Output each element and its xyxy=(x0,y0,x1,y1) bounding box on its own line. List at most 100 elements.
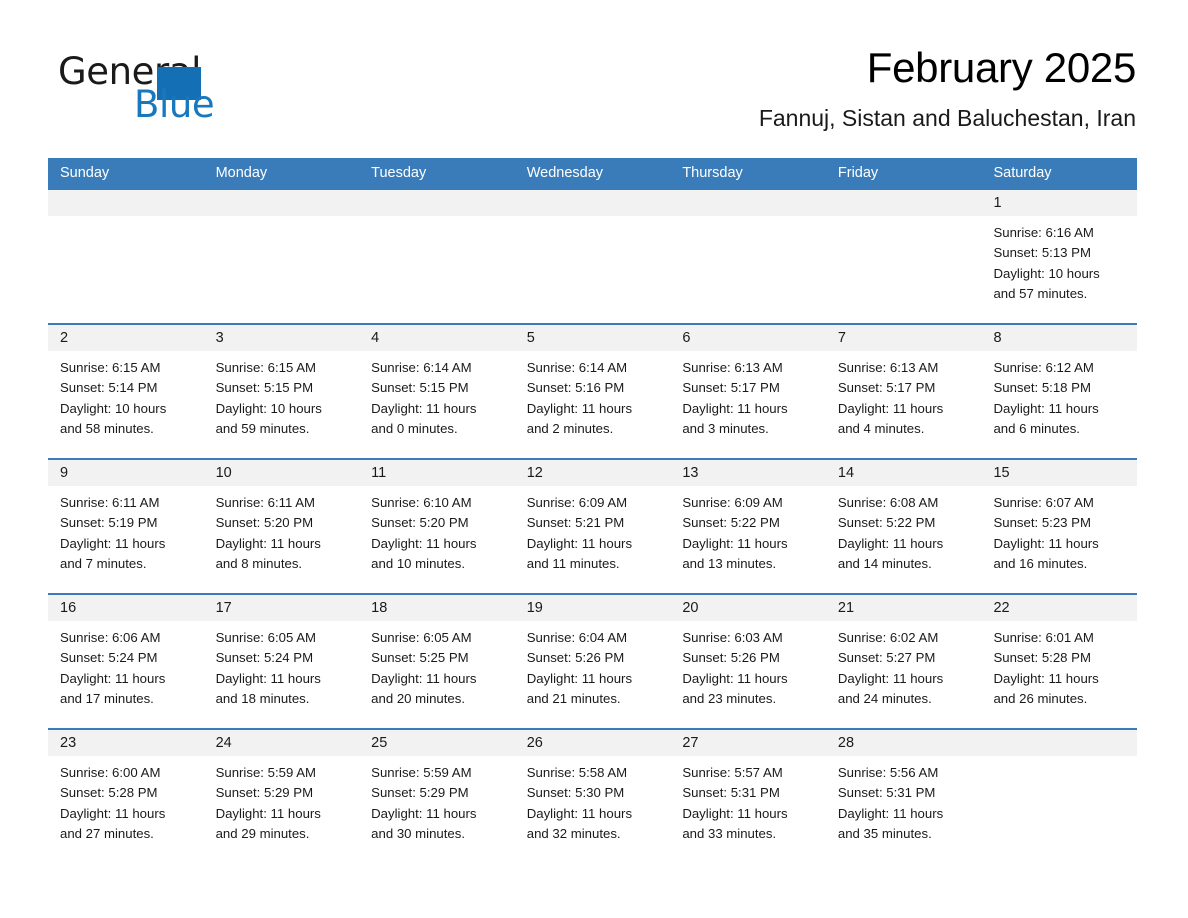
calendar-weeks: 1 Sunrise: 6:16 AM Sunset: 5:13 PM Daylight… xyxy=(48,188,1138,863)
calendar-day-cell[interactable]: 2 Sunrise: 6:15 AM Sunset: 5:14 PM Daylight… xyxy=(48,325,204,458)
calendar-day-cell[interactable]: 26 Sunrise: 5:58 AM Sunset: 5:30 PM Dayligh… xyxy=(514,730,671,863)
sunset-text: Sunset: 5:17 PM xyxy=(682,380,780,396)
daylight-text-line1: Daylight: 11 hours xyxy=(526,670,633,686)
daylight-text-line1: Daylight: 11 hours xyxy=(60,805,166,821)
daylight-text-line1: Daylight: 11 hours xyxy=(60,535,166,551)
generalblue-logo[interactable]: General Blue xyxy=(58,52,288,132)
calendar-day-cell-empty xyxy=(359,190,515,323)
calendar-day-cell[interactable]: 11 Sunrise: 6:10 AM Sunset: 5:20 PM Dayligh… xyxy=(359,460,515,593)
sunrise-text: Sunrise: 6:03 AM xyxy=(682,630,783,645)
day-number-band: 7 xyxy=(825,325,982,351)
daylight-text-line1: Daylight: 10 hours xyxy=(993,265,1100,281)
calendar-day-cell[interactable]: 6 Sunrise: 6:13 AM Sunset: 5:17 PM Daylight… xyxy=(670,325,826,458)
day-number-band: 5 xyxy=(514,325,671,351)
day-sun-info: Sunrise: 6:12 AM Sunset: 5:18 PM Daylight:… xyxy=(981,351,1137,439)
daylight-text-line2: and 24 minutes. xyxy=(837,690,932,706)
daylight-text-line2: and 14 minutes. xyxy=(837,555,932,571)
calendar-day-cell[interactable]: 17 Sunrise: 6:05 AM Sunset: 5:24 PM Dayligh… xyxy=(203,595,360,728)
page-header: General Blue February 2025 Fannuj, Sista… xyxy=(48,40,1136,148)
daylight-text-line2: and 6 minutes. xyxy=(993,420,1080,436)
daylight-text-line2: and 7 minutes. xyxy=(60,555,147,571)
sunset-text: Sunset: 5:22 PM xyxy=(682,515,780,531)
daylight-text-line2: and 58 minutes. xyxy=(60,420,154,436)
day-number: 18 xyxy=(371,600,388,616)
calendar-day-cell[interactable]: 22 Sunrise: 6:01 AM Sunset: 5:28 PM Dayligh… xyxy=(981,595,1138,728)
day-sun-info: Sunrise: 5:58 AM Sunset: 5:30 PM Daylight:… xyxy=(515,756,671,844)
day-number-band: 28 xyxy=(825,730,982,756)
calendar-day-cell[interactable]: 18 Sunrise: 6:05 AM Sunset: 5:25 PM Dayligh… xyxy=(359,595,515,728)
sunset-text: Sunset: 5:22 PM xyxy=(837,515,936,531)
sunset-text: Sunset: 5:27 PM xyxy=(837,650,936,666)
day-number: 21 xyxy=(837,600,855,616)
sunrise-text: Sunrise: 6:07 AM xyxy=(993,495,1094,510)
sunset-text: Sunset: 5:15 PM xyxy=(371,380,469,396)
sunset-text: Sunset: 5:29 PM xyxy=(215,785,314,801)
day-sun-info: Sunrise: 6:07 AM Sunset: 5:23 PM Daylight:… xyxy=(981,486,1137,574)
day-number-band: 14 xyxy=(825,460,982,486)
day-number-band: 9 xyxy=(48,460,204,486)
calendar-day-cell[interactable]: 24 Sunrise: 5:59 AM Sunset: 5:29 PM Dayligh… xyxy=(203,730,360,863)
sunset-text: Sunset: 5:13 PM xyxy=(993,245,1091,261)
calendar-day-cell[interactable]: 14 Sunrise: 6:08 AM Sunset: 5:22 PM Dayligh… xyxy=(825,460,982,593)
calendar-day-cell[interactable]: 3 Sunrise: 6:15 AM Sunset: 5:15 PM Daylight… xyxy=(203,325,360,458)
sunrise-text: Sunrise: 6:10 AM xyxy=(371,495,472,510)
sunrise-text: Sunrise: 6:09 AM xyxy=(682,495,783,510)
day-number: 22 xyxy=(993,600,1010,616)
calendar-day-cell[interactable]: 15 Sunrise: 6:07 AM Sunset: 5:23 PM Dayligh… xyxy=(981,460,1138,593)
day-number-band: 1 xyxy=(981,190,1138,216)
calendar-day-cell[interactable]: 8 Sunrise: 6:12 AM Sunset: 5:18 PM Daylight… xyxy=(981,325,1138,458)
calendar-day-cell[interactable]: 23 Sunrise: 6:00 AM Sunset: 5:28 PM Dayligh… xyxy=(48,730,204,863)
daylight-text-line1: Daylight: 11 hours xyxy=(993,400,1099,416)
day-number: 15 xyxy=(993,465,1010,481)
day-number-band: 16 xyxy=(48,595,204,621)
sunrise-text: Sunrise: 6:00 AM xyxy=(60,765,161,780)
calendar-day-cell[interactable]: 1 Sunrise: 6:16 AM Sunset: 5:13 PM Daylight… xyxy=(981,190,1138,323)
sunrise-text: Sunrise: 6:15 AM xyxy=(60,360,161,375)
day-sun-info: Sunrise: 6:09 AM Sunset: 5:21 PM Daylight:… xyxy=(515,486,671,574)
calendar-day-cell[interactable]: 27 Sunrise: 5:57 AM Sunset: 5:31 PM Dayligh… xyxy=(670,730,826,863)
calendar-page: General Blue February 2025 Fannuj, Sista… xyxy=(0,0,1188,918)
calendar-day-cell[interactable]: 13 Sunrise: 6:09 AM Sunset: 5:22 PM Dayligh… xyxy=(670,460,826,593)
sunrise-text: Sunrise: 6:14 AM xyxy=(371,360,472,375)
calendar-day-cell[interactable]: 21 Sunrise: 6:02 AM Sunset: 5:27 PM Dayligh… xyxy=(825,595,982,728)
location-subtitle: Fannuj, Sistan and Baluchestan, Iran xyxy=(758,105,1136,131)
calendar-day-cell[interactable]: 12 Sunrise: 6:09 AM Sunset: 5:21 PM Dayligh… xyxy=(514,460,671,593)
daylight-text-line2: and 0 minutes. xyxy=(371,420,458,436)
calendar-day-cell-empty xyxy=(48,190,204,323)
calendar-day-cell[interactable]: 5 Sunrise: 6:14 AM Sunset: 5:16 PM Daylight… xyxy=(514,325,671,458)
daylight-text-line2: and 35 minutes. xyxy=(837,825,932,841)
day-number: 23 xyxy=(60,735,77,751)
calendar-day-cell[interactable]: 9 Sunrise: 6:11 AM Sunset: 5:19 PM Daylight… xyxy=(48,460,204,593)
calendar-day-cell[interactable]: 7 Sunrise: 6:13 AM Sunset: 5:17 PM Daylight… xyxy=(825,325,982,458)
day-number: 17 xyxy=(215,600,232,616)
sunset-text: Sunset: 5:25 PM xyxy=(371,650,469,666)
sunrise-text: Sunrise: 5:58 AM xyxy=(526,765,628,780)
calendar-week-row: 2 Sunrise: 6:15 AM Sunset: 5:14 PM Daylight… xyxy=(48,323,1138,458)
calendar-day-cell[interactable]: 16 Sunrise: 6:06 AM Sunset: 5:24 PM Dayligh… xyxy=(48,595,204,728)
weekday-header-row: Sunday Monday Tuesday Wednesday Thursday… xyxy=(48,158,1137,188)
day-number: 13 xyxy=(682,465,699,481)
daylight-text-line1: Daylight: 10 hours xyxy=(215,400,322,416)
day-sun-info: Sunrise: 6:00 AM Sunset: 5:28 PM Daylight:… xyxy=(48,756,204,844)
day-number-band xyxy=(359,190,515,216)
day-sun-info: Sunrise: 6:01 AM Sunset: 5:28 PM Daylight:… xyxy=(981,621,1137,709)
daylight-text-line1: Daylight: 11 hours xyxy=(837,535,944,551)
daylight-text-line2: and 27 minutes. xyxy=(60,825,154,841)
calendar-day-cell[interactable]: 20 Sunrise: 6:03 AM Sunset: 5:26 PM Dayligh… xyxy=(670,595,826,728)
calendar-day-cell[interactable]: 10 Sunrise: 6:11 AM Sunset: 5:20 PM Dayligh… xyxy=(203,460,360,593)
day-number: 24 xyxy=(215,735,232,751)
daylight-text-line2: and 11 minutes. xyxy=(526,555,620,571)
daylight-text-line1: Daylight: 11 hours xyxy=(682,805,788,821)
calendar-day-cell[interactable]: 28 Sunrise: 5:56 AM Sunset: 5:31 PM Dayligh… xyxy=(825,730,982,863)
calendar-day-cell[interactable]: 4 Sunrise: 6:14 AM Sunset: 5:15 PM Daylight… xyxy=(359,325,515,458)
page-title: February 2025 xyxy=(866,44,1137,91)
daylight-text-line2: and 13 minutes. xyxy=(682,555,777,571)
sunset-text: Sunset: 5:14 PM xyxy=(60,380,158,396)
daylight-text-line1: Daylight: 11 hours xyxy=(682,535,788,551)
calendar-day-cell[interactable]: 25 Sunrise: 5:59 AM Sunset: 5:29 PM Dayligh… xyxy=(359,730,515,863)
sunrise-text: Sunrise: 6:05 AM xyxy=(371,630,472,645)
sunrise-text: Sunrise: 6:11 AM xyxy=(215,495,316,510)
day-number: 25 xyxy=(371,735,388,751)
day-number: 4 xyxy=(371,330,380,346)
calendar-day-cell[interactable]: 19 Sunrise: 6:04 AM Sunset: 5:26 PM Dayligh… xyxy=(514,595,671,728)
